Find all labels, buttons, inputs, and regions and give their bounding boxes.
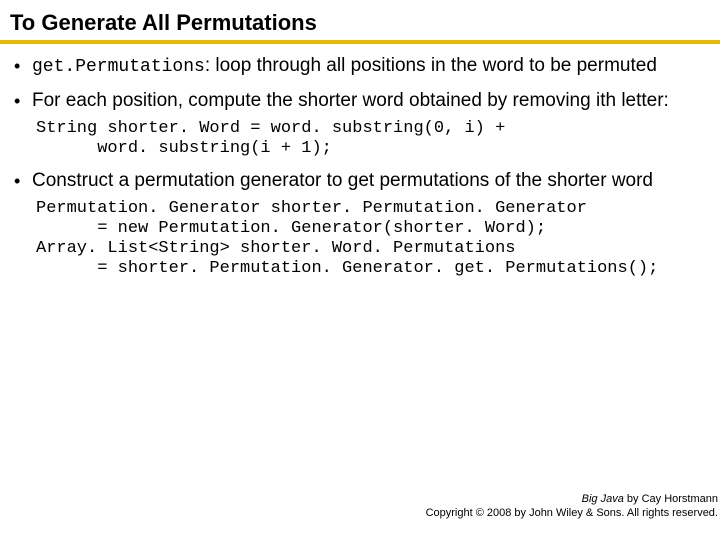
slide-content: • get.Permutations: loop through all pos…: [0, 54, 720, 279]
title-underline: [0, 40, 720, 44]
bullet-3-text: Construct a permutation generator to get…: [32, 169, 653, 193]
footer-author: by Cay Horstmann: [624, 493, 718, 505]
bullet-1: • get.Permutations: loop through all pos…: [14, 54, 706, 79]
bullet-2-text: For each position, compute the shorter w…: [32, 89, 669, 113]
footer: Big Java by Cay Horstmann Copyright © 20…: [426, 492, 718, 520]
bullet-1-rest: : loop through all positions in the word…: [205, 55, 657, 76]
bullet-1-code: get.Permutations: [32, 57, 205, 77]
code-block-2: Permutation. Generator shorter. Permutat…: [36, 199, 706, 279]
footer-book-title: Big Java: [582, 493, 624, 505]
bullet-dot-icon: •: [14, 89, 32, 113]
footer-line-1: Big Java by Cay Horstmann: [426, 492, 718, 506]
bullet-2: • For each position, compute the shorter…: [14, 89, 706, 113]
footer-copyright: Copyright © 2008 by John Wiley & Sons. A…: [426, 506, 718, 520]
slide-title: To Generate All Permutations: [0, 0, 720, 40]
bullet-1-text: get.Permutations: loop through all posit…: [32, 54, 657, 79]
bullet-dot-icon: •: [14, 54, 32, 78]
bullet-3: • Construct a permutation generator to g…: [14, 169, 706, 193]
bullet-dot-icon: •: [14, 169, 32, 193]
code-block-1: String shorter. Word = word. substring(0…: [36, 119, 706, 159]
